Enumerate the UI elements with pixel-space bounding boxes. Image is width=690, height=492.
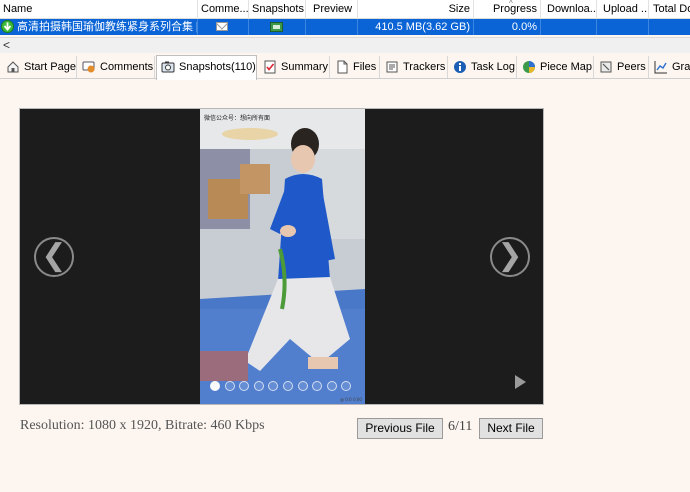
tab-label: Piece Map <box>540 61 592 73</box>
column-size[interactable]: Size <box>358 0 474 19</box>
next-file-button[interactable]: Next File <box>479 418 543 439</box>
tab-summary[interactable]: Summary <box>259 56 330 78</box>
pager-dot[interactable] <box>224 381 235 391</box>
column-comments[interactable]: Comme... <box>198 0 249 19</box>
peers-icon <box>600 61 612 73</box>
tab-comments[interactable]: Comments <box>78 56 155 78</box>
pager-dot[interactable] <box>297 381 308 391</box>
pager-dot[interactable] <box>210 381 220 391</box>
tab-label: Task Log <box>471 61 516 73</box>
tab-label: Files <box>353 61 377 73</box>
tab-start-page[interactable]: Start Page <box>2 56 77 78</box>
download-speed-cell <box>541 19 597 35</box>
tab-label: Grap <box>672 61 690 73</box>
tab-label: Comments <box>100 61 154 73</box>
resolution-info: Resolution: 1080 x 1920, Bitrate: 460 Kb… <box>20 418 265 433</box>
task-log-icon <box>454 61 466 73</box>
column-progress[interactable]: Progress <box>474 0 541 19</box>
comments-icon <box>82 61 95 73</box>
column-upload[interactable]: Upload ... <box>597 0 649 19</box>
tab-peers[interactable]: Peers <box>595 56 649 78</box>
snapshot-illustration: 微信公众号：想向所有面 @ 0:0 0:00 <box>200 109 365 404</box>
column-download[interactable]: Downloa... <box>541 0 597 19</box>
tab-task-log[interactable]: Task Log <box>449 56 517 78</box>
photo-watermark: @ 0:0 0:00 <box>340 397 362 402</box>
sort-caret-icon: ^ <box>509 0 513 8</box>
previous-snapshot-button[interactable]: ❮ <box>34 237 74 277</box>
torrent-size: 410.5 MB(3.62 GB) <box>358 19 474 35</box>
tab-label: Summary <box>281 61 329 73</box>
snapshot-viewer: 微信公众号：想向所有面 @ 0:0 0:00 ❮ ❯ <box>19 108 544 405</box>
horizontal-scrollbar[interactable]: < <box>0 37 690 53</box>
trackers-icon <box>386 61 398 73</box>
tab-trackers[interactable]: Trackers <box>381 56 448 78</box>
tab-label: Trackers <box>403 61 446 73</box>
detail-tabs: Start Page Comments Snapshots(110) Summa… <box>0 55 690 80</box>
snapshots-icon <box>161 61 175 73</box>
tab-label: Peers <box>617 61 646 73</box>
tab-label: Snapshots(110) <box>179 61 256 73</box>
tab-label: Start Page <box>24 61 76 73</box>
column-total-download[interactable]: Total Do <box>649 0 690 19</box>
play-icon[interactable] <box>515 375 526 389</box>
graphs-icon <box>654 61 667 74</box>
torrent-name: 高清拍摄韩国瑜伽教练紧身系列合集 [ <box>17 19 198 35</box>
tab-graphs[interactable]: Grap <box>650 56 690 78</box>
torrent-list-header: Name Comme... Snapshots Preview Size Pro… <box>0 0 690 19</box>
files-icon <box>337 60 348 74</box>
upload-speed-cell <box>597 19 649 35</box>
scroll-left-arrow-icon[interactable]: < <box>3 38 10 53</box>
tab-piece-map[interactable]: Piece Map <box>518 56 594 78</box>
previous-file-button[interactable]: Previous File <box>357 418 443 439</box>
column-preview[interactable]: Preview <box>306 0 358 19</box>
total-download-cell <box>649 19 690 35</box>
pager-dot[interactable] <box>326 381 337 391</box>
next-snapshot-button[interactable]: ❯ <box>490 237 530 277</box>
column-snapshots[interactable]: Snapshots <box>249 0 306 19</box>
tab-files[interactable]: Files <box>331 56 380 78</box>
photo-caption: 微信公众号：想向所有面 <box>204 114 270 122</box>
column-name[interactable]: Name <box>0 0 198 19</box>
snapshot-thumbnail-icon[interactable] <box>270 22 283 32</box>
pager-dot[interactable] <box>253 381 264 391</box>
piece-map-icon <box>523 61 535 73</box>
pager-dot[interactable] <box>283 381 293 391</box>
mail-icon[interactable] <box>216 22 228 31</box>
start-page-icon <box>7 61 19 73</box>
file-counter: 6/11 <box>448 419 473 434</box>
torrent-progress: 0.0% <box>474 19 541 35</box>
torrent-row[interactable]: 高清拍摄韩国瑜伽教练紧身系列合集 [ 410.5 MB(3.62 GB) 0.0… <box>0 19 690 35</box>
snapshot-image: 微信公众号：想向所有面 @ 0:0 0:00 <box>200 109 365 404</box>
downloading-icon <box>1 20 14 33</box>
tab-snapshots[interactable]: Snapshots(110) <box>156 55 257 80</box>
summary-icon <box>264 60 276 74</box>
preview-cell <box>306 19 358 35</box>
